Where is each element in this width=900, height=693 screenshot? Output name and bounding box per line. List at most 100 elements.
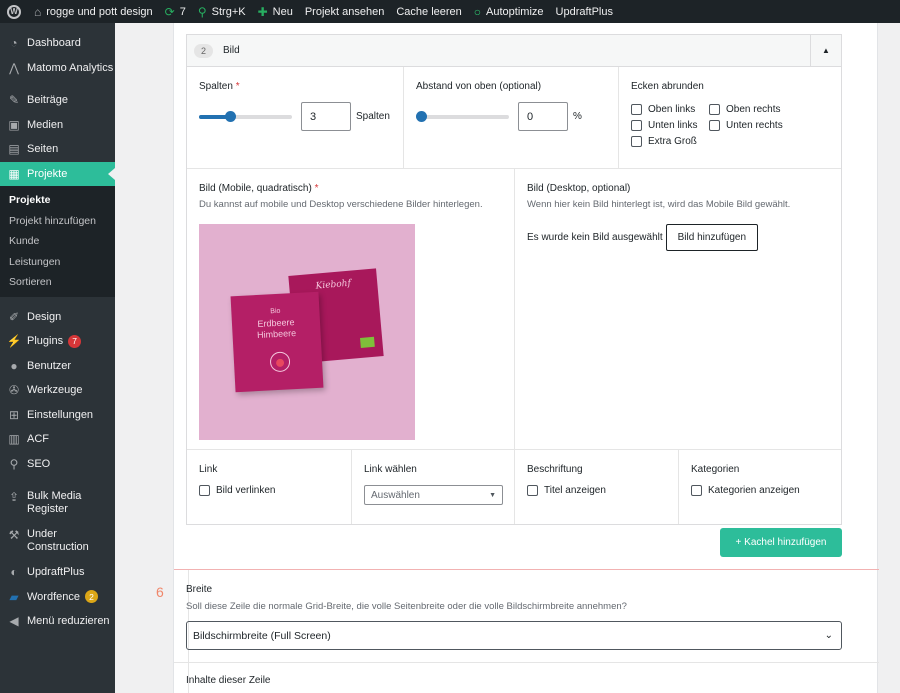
- updraftplus-link[interactable]: UpdraftPlus: [550, 0, 619, 23]
- hammer-icon: ⚒: [8, 527, 20, 542]
- brush-icon: ✐: [8, 309, 20, 324]
- top-spacing-input[interactable]: 0: [518, 102, 568, 131]
- width-select[interactable]: Bildschirmbreite (Full Screen) ⌄: [186, 621, 842, 650]
- columns-input[interactable]: 3: [301, 102, 351, 131]
- mobile-image-description: Du kannst auf mobile und Desktop verschi…: [199, 199, 483, 210]
- menu-acf[interactable]: ▥ ACF: [0, 427, 115, 452]
- corner-top-left[interactable]: Oben links: [631, 104, 709, 115]
- images-row: Bild (Mobile, quadratisch) * Du kannst a…: [187, 169, 841, 450]
- collapse-layout-button[interactable]: ▲: [810, 35, 841, 66]
- checkbox[interactable]: [709, 104, 720, 115]
- updates-link[interactable]: ⟳ 7: [159, 0, 192, 23]
- menu-collapse[interactable]: ◀ Menü reduzieren: [0, 609, 115, 634]
- add-tile-button[interactable]: + Kachel hinzufügen: [720, 528, 842, 557]
- link-select[interactable]: Auswählen ▼: [364, 485, 503, 505]
- menu-users[interactable]: ● Benutzer: [0, 354, 115, 379]
- caption-field: Beschriftung Titel anzeigen: [514, 450, 678, 524]
- wordpress-logo-icon[interactable]: W: [0, 0, 28, 23]
- new-content-link[interactable]: ✚ Neu: [252, 0, 299, 23]
- corner-bottom-left[interactable]: Unten links: [631, 120, 709, 131]
- show-title-checkbox[interactable]: Titel anzeigen: [527, 485, 666, 496]
- admin-sidebar: ◔ Dashboard ⋀ Matomo Analytics ✎ Beiträge ▣…: [0, 23, 115, 693]
- plugin-icon: ⚡: [6, 334, 22, 349]
- view-project-link[interactable]: Projekt ansehen: [299, 0, 391, 23]
- top-spacing-unit: %: [573, 111, 582, 122]
- checkbox[interactable]: [631, 136, 642, 147]
- columns-slider-handle[interactable]: [224, 110, 236, 122]
- menu-wordfence[interactable]: ▰ Wordfence 2: [0, 585, 115, 610]
- matomo-icon: ⋀: [9, 60, 19, 75]
- corners-field: Ecken abrunden Oben links Oben rechts Un…: [618, 67, 841, 168]
- submenu-add-project[interactable]: Projekt hinzufügen: [0, 211, 115, 232]
- submenu-projects[interactable]: Projekte: [0, 190, 115, 211]
- link-image-checkbox[interactable]: Bild verlinken: [199, 485, 339, 496]
- menu-under-construction[interactable]: ⚒ Under Construction: [0, 522, 115, 560]
- chevron-down-icon: ⌄: [824, 630, 833, 641]
- admin-bar: W ⌂ rogge und pott design ⟳ 7 ⚲ Strg+K ✚ Neu…: [0, 0, 900, 23]
- checkbox[interactable]: [631, 120, 642, 131]
- layout-order-badge: 2: [194, 43, 213, 58]
- autoptimize-link[interactable]: ○ Autoptimize: [468, 0, 550, 23]
- menu-design[interactable]: ✐ Design: [0, 305, 115, 330]
- link-select-field: Link wählen Auswählen ▼: [351, 450, 514, 524]
- strawberry-icon: [269, 351, 291, 373]
- columns-label: Spalten: [199, 81, 233, 92]
- menu-plugins[interactable]: ⚡ Plugins 7: [0, 329, 115, 354]
- menu-settings[interactable]: ⊞ Einstellungen: [0, 403, 115, 428]
- top-spacing-slider[interactable]: [416, 110, 509, 122]
- submenu-customer[interactable]: Kunde: [0, 231, 115, 252]
- corners-label: Ecken abrunden: [631, 81, 704, 92]
- editor-panel: 2 Bild ▲ Spalten * 3 Spalten Abstand von…: [156, 23, 879, 693]
- add-image-button[interactable]: Bild hinzufügen: [665, 224, 759, 251]
- user-icon: ●: [10, 358, 18, 373]
- menu-matomo[interactable]: ⋀ Matomo Analytics: [0, 56, 115, 81]
- top-spacing-slider-handle[interactable]: [416, 110, 427, 122]
- wrench-icon: ✇: [8, 383, 20, 398]
- clear-cache-link[interactable]: Cache leeren: [390, 0, 467, 23]
- site-name-link[interactable]: ⌂ rogge und pott design: [28, 0, 159, 23]
- columns-field: Spalten * 3 Spalten: [187, 67, 403, 168]
- checkbox[interactable]: [199, 485, 210, 496]
- corner-top-right[interactable]: Oben rechts: [709, 104, 799, 115]
- menu-bulk-media-register[interactable]: ⇪ Bulk Media Register: [0, 484, 115, 522]
- width-label: Breite: [186, 584, 213, 595]
- mobile-image-preview[interactable]: Kiebohf Bio Erdbeere Himbeere: [199, 224, 415, 440]
- menu-tools[interactable]: ✇ Werkzeuge: [0, 378, 115, 403]
- categories-label: Kategorien: [691, 464, 740, 475]
- checkbox[interactable]: [527, 485, 538, 496]
- tea-pack-front-image: Bio Erdbeere Himbeere: [230, 291, 324, 393]
- layout-header[interactable]: 2 Bild ▲: [187, 35, 841, 67]
- menu-posts[interactable]: ✎ Beiträge: [0, 88, 115, 113]
- menu-dashboard[interactable]: ◔ Dashboard: [0, 31, 115, 56]
- plus-icon: ✚: [257, 4, 268, 19]
- width-description: Soll diese Zeile die normale Grid-Breite…: [186, 601, 627, 612]
- projects-submenu: Projekte Projekt hinzufügen Kunde Leistu…: [0, 186, 115, 297]
- columns-slider[interactable]: [199, 110, 292, 122]
- required-mark: *: [235, 81, 240, 92]
- plugins-badge: 7: [68, 334, 82, 348]
- media-icon: ▣: [8, 117, 20, 132]
- circle-icon: ○: [473, 4, 482, 19]
- submenu-sort[interactable]: Sortieren: [0, 272, 115, 293]
- top-spacing-field: Abstand von oben (optional) 0 %: [403, 67, 618, 168]
- search-icon: ⚲: [197, 4, 207, 19]
- menu-media[interactable]: ▣ Medien: [0, 113, 115, 138]
- menu-pages[interactable]: ▤ Seiten: [0, 137, 115, 162]
- corner-extra-large[interactable]: Extra Groß: [631, 136, 709, 147]
- layout-block-bild: 2 Bild ▲ Spalten * 3 Spalten Abstand von…: [186, 34, 842, 525]
- checkbox[interactable]: [691, 485, 702, 496]
- menu-updraftplus[interactable]: ◐ UpdraftPlus: [0, 560, 115, 585]
- desktop-image-description: Wenn hier kein Bild hinterlegt ist, wird…: [527, 199, 791, 210]
- checkbox[interactable]: [709, 120, 720, 131]
- submenu-services[interactable]: Leistungen: [0, 252, 115, 273]
- checkbox[interactable]: [631, 104, 642, 115]
- desktop-image-field: Bild (Desktop, optional) Wenn hier kein …: [514, 169, 841, 449]
- menu-projects[interactable]: ▦ Projekte: [0, 161, 115, 186]
- corner-bottom-right[interactable]: Unten rechts: [709, 120, 799, 131]
- mobile-image-label: Bild (Mobile, quadratisch): [199, 183, 312, 194]
- search-shortcut[interactable]: ⚲ Strg+K: [192, 0, 252, 23]
- menu-seo[interactable]: ⚲ SEO: [0, 452, 115, 477]
- row-number: 6: [156, 584, 164, 600]
- settings-row: Spalten * 3 Spalten Abstand von oben (op…: [187, 67, 841, 169]
- show-categories-checkbox[interactable]: Kategorien anzeigen: [691, 485, 829, 496]
